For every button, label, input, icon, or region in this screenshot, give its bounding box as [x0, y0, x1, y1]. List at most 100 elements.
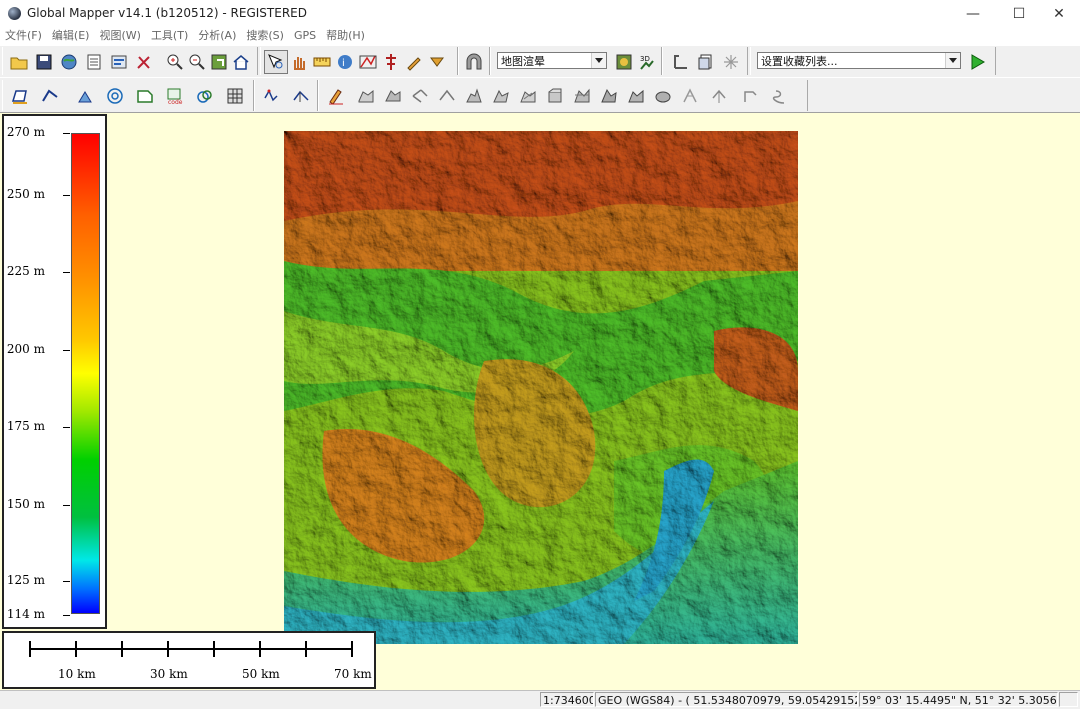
- area-op-6-icon[interactable]: [543, 84, 567, 108]
- vertex-select-icon[interactable]: [259, 84, 283, 108]
- scale-bar-tick: [75, 641, 77, 657]
- menu-edit[interactable]: 编辑(E): [47, 28, 95, 43]
- menu-gps[interactable]: GPS: [289, 28, 321, 43]
- zoom-in-icon[interactable]: [163, 50, 187, 74]
- pan-hand-icon[interactable]: [287, 50, 311, 74]
- scale-bar-tick: [351, 641, 353, 657]
- scale-label-50km: 50 km: [242, 667, 280, 681]
- full-view-icon[interactable]: [207, 50, 231, 74]
- config-tools-icon[interactable]: [132, 50, 156, 74]
- status-bar: 1:734600 GEO (WGS84) - ( 51.5348070979, …: [0, 690, 1080, 709]
- zoom-tool-icon[interactable]: [264, 50, 288, 74]
- line-op-2-icon[interactable]: [435, 84, 459, 108]
- legend-label-114: 114 m: [6, 607, 45, 621]
- menu-search[interactable]: 搜索(S): [241, 28, 289, 43]
- chevron-down-icon: [591, 53, 606, 68]
- area-op-10-icon[interactable]: [651, 84, 675, 108]
- path-profile-icon[interactable]: [379, 50, 403, 74]
- svg-text:i: i: [342, 58, 345, 69]
- area-op-2-icon[interactable]: [381, 84, 405, 108]
- legend-tick: [63, 350, 70, 351]
- scale-bar: 10 km 30 km 50 km 70 km: [2, 631, 376, 689]
- scale-label-10km: 10 km: [58, 667, 96, 681]
- contour-icon[interactable]: [103, 84, 127, 108]
- code-export-icon[interactable]: code: [163, 84, 187, 108]
- globe-icon[interactable]: [57, 50, 81, 74]
- measure-icon[interactable]: [310, 50, 334, 74]
- area-op-3-icon[interactable]: [462, 84, 486, 108]
- line-op-3-icon[interactable]: [678, 84, 702, 108]
- toolbar-row-1: i 地图渲晕 3D 设置收藏列表...: [0, 45, 1080, 78]
- favorites-select[interactable]: 设置收藏列表...: [757, 52, 961, 69]
- grid-create-icon[interactable]: [133, 84, 157, 108]
- window-title: Global Mapper v14.1 (b120512) - REGISTER…: [27, 6, 307, 20]
- pencil-icon[interactable]: [402, 50, 426, 74]
- digitize-toolbar: code: [2, 80, 254, 111]
- watershed-icon[interactable]: [193, 84, 217, 108]
- home-icon[interactable]: [229, 50, 253, 74]
- legend-label-175: 175 m: [6, 419, 45, 433]
- scale-bar-line: [30, 648, 352, 650]
- svg-text:code: code: [168, 99, 183, 106]
- line-op-1-icon[interactable]: [408, 84, 432, 108]
- status-scale: 1:734600: [540, 692, 594, 707]
- legend-tick: [63, 133, 70, 134]
- legend-label-270: 270 m: [6, 125, 45, 139]
- zoom-out-icon[interactable]: [185, 50, 209, 74]
- favorites-value: 设置收藏列表...: [761, 55, 838, 68]
- sparkle-tool-icon[interactable]: [719, 50, 743, 74]
- area-op-4-icon[interactable]: [489, 84, 513, 108]
- chevron-down-icon: [945, 53, 960, 68]
- title-bar: Global Mapper v14.1 (b120512) - REGISTER…: [0, 0, 1080, 28]
- view-shed-icon[interactable]: [425, 50, 449, 74]
- overlay-control-icon[interactable]: [107, 50, 131, 74]
- line-op-4-icon[interactable]: [708, 84, 732, 108]
- area-op-5-icon[interactable]: [516, 84, 540, 108]
- elevation-legend: 270 m 250 m 225 m 200 m 175 m 150 m 125 …: [2, 114, 107, 629]
- create-area-icon[interactable]: [8, 84, 32, 108]
- map-view[interactable]: 270 m 250 m 225 m 200 m 175 m 150 m 125 …: [0, 112, 1080, 691]
- minimize-button[interactable]: —: [950, 0, 996, 28]
- edit-vertex-icon[interactable]: [669, 50, 693, 74]
- scale-bar-tick: [121, 641, 123, 657]
- elevation-shaded-relief-map[interactable]: [284, 131, 798, 644]
- line-op-5-icon[interactable]: [738, 84, 762, 108]
- scale-bar-tick: [259, 641, 261, 657]
- render-mode-select[interactable]: 地图渲晕: [497, 52, 607, 69]
- misc-toolbar: [662, 47, 748, 75]
- file-toolbar: [2, 47, 258, 75]
- 3d-view-toolbar: [458, 47, 490, 75]
- toolbar-row-2: code: [0, 77, 1080, 114]
- edit-feature-icon[interactable]: [324, 84, 348, 108]
- elevation-color-ramp: [71, 133, 100, 614]
- shader-settings-icon[interactable]: [612, 50, 636, 74]
- copy-layer-icon[interactable]: [694, 50, 718, 74]
- raster-calc-icon[interactable]: [223, 84, 247, 108]
- menu-file[interactable]: 文件(F): [0, 28, 47, 43]
- scale-bar-tick: [29, 641, 31, 657]
- close-button[interactable]: ✕: [1036, 0, 1080, 28]
- vector-ops-toolbar: [318, 80, 808, 111]
- menu-help[interactable]: 帮助(H): [321, 28, 370, 43]
- scale-bar-tick: [167, 641, 169, 657]
- menu-tools[interactable]: 工具(T): [146, 28, 193, 43]
- 3d-view-icon[interactable]: [462, 50, 486, 74]
- split-line-icon[interactable]: [289, 84, 313, 108]
- legend-tick: [63, 505, 70, 506]
- menu-view[interactable]: 视图(W): [94, 28, 145, 43]
- create-line-icon[interactable]: [38, 84, 62, 108]
- save-icon[interactable]: [32, 50, 56, 74]
- create-point-icon[interactable]: [73, 84, 97, 108]
- 3d-light-icon[interactable]: 3D: [635, 50, 659, 74]
- layer-list-icon[interactable]: [82, 50, 106, 74]
- digitizer-icon[interactable]: [356, 50, 380, 74]
- feature-info-icon[interactable]: i: [333, 50, 357, 74]
- area-op-1-icon[interactable]: [354, 84, 378, 108]
- play-icon[interactable]: [965, 50, 989, 74]
- menu-analysis[interactable]: 分析(A): [193, 28, 241, 43]
- line-op-6-icon[interactable]: [768, 84, 792, 108]
- area-op-7-icon[interactable]: [570, 84, 594, 108]
- area-op-8-icon[interactable]: [597, 84, 621, 108]
- area-op-9-icon[interactable]: [624, 84, 648, 108]
- open-folder-icon[interactable]: [7, 50, 31, 74]
